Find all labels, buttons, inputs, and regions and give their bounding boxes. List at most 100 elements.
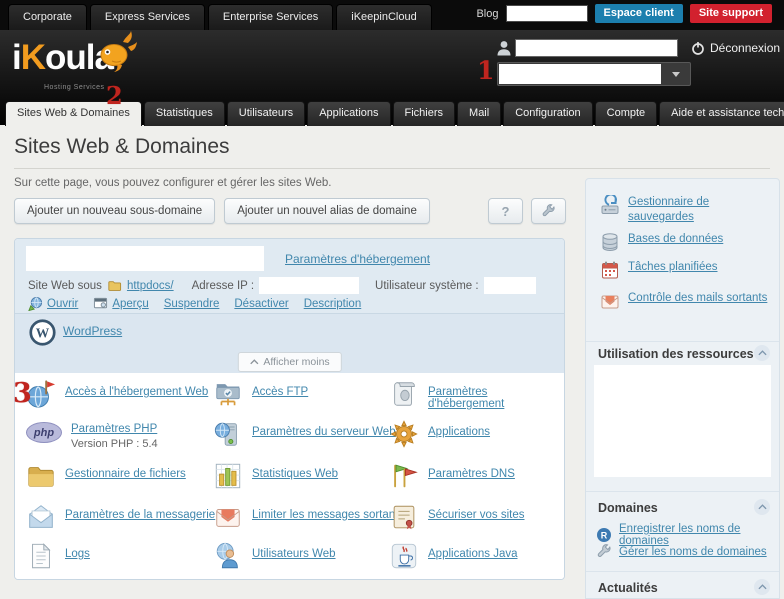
tool-applications[interactable]: Applications bbox=[389, 419, 490, 449]
goldfish-logo-icon bbox=[92, 30, 138, 74]
add-subdomain-button[interactable]: Ajouter un nouveau sous-domaine bbox=[14, 198, 215, 224]
tool-secure-sites[interactable]: Sécuriser vos sites bbox=[389, 502, 525, 532]
help-button[interactable]: ? bbox=[488, 198, 523, 224]
topbar-tab-corporate[interactable]: Corporate bbox=[8, 4, 87, 30]
folder-icon bbox=[107, 279, 122, 293]
manage-domains-link[interactable]: Gérer les noms de domaines bbox=[596, 544, 767, 560]
tool-file-manager[interactable]: Gestionnaire de fichiers bbox=[26, 461, 186, 491]
sidebar-backup-manager[interactable]: Gestionnaire de sauvegardes bbox=[600, 195, 770, 225]
tool-logs[interactable]: Logs bbox=[26, 541, 90, 571]
wordpress-link[interactable]: WordPress bbox=[63, 324, 122, 338]
corporate-topbar: Corporate Express Services Enterprise Se… bbox=[0, 0, 784, 30]
scroll-icon bbox=[389, 379, 419, 409]
tool-ftp-access[interactable]: Accès FTP bbox=[213, 379, 308, 409]
ftp-folder-icon bbox=[213, 379, 243, 409]
collapse-resources-button[interactable] bbox=[754, 345, 770, 361]
php-version-label: Version PHP : 5.4 bbox=[71, 438, 158, 450]
sidebar-databases[interactable]: Bases de données bbox=[600, 232, 770, 252]
site-support-button[interactable]: Site support bbox=[690, 4, 772, 23]
tool-label: Limiter les messages sortants bbox=[252, 509, 404, 521]
description-link[interactable]: Description bbox=[304, 298, 362, 310]
tool-mail-settings[interactable]: Paramètres de la messagerie bbox=[26, 502, 215, 532]
ip-label: Adresse IP : bbox=[192, 280, 254, 292]
news-panel-title: Actualités bbox=[598, 581, 658, 595]
tool-web-server-settings[interactable]: Paramètres du serveur Web bbox=[213, 419, 396, 449]
sidebar-link-label: Gestionnaire de sauvegardes bbox=[628, 195, 770, 225]
httpdocs-link[interactable]: httpdocs/ bbox=[127, 280, 174, 292]
tool-label: Accès à l'hébergement Web bbox=[65, 386, 208, 398]
sidebar-scheduled-tasks[interactable]: Tâches planifiées bbox=[600, 260, 770, 280]
tool-web-users[interactable]: Utilisateurs Web bbox=[213, 541, 336, 571]
page-subtitle: Sur cette page, vous pouvez configurer e… bbox=[14, 177, 332, 189]
tool-dns-settings[interactable]: Paramètres DNS bbox=[389, 461, 515, 491]
svg-text:W: W bbox=[36, 326, 50, 341]
sidebar-link-label: Contrôle des mails sortants bbox=[628, 291, 767, 306]
tab-compte[interactable]: Compte bbox=[595, 101, 658, 126]
mail-limit-icon bbox=[213, 502, 243, 532]
tool-label: Applications Java bbox=[428, 548, 518, 560]
tool-web-hosting-access[interactable]: Accès à l'hébergement Web bbox=[26, 379, 208, 409]
logout-button[interactable]: Déconnexion bbox=[691, 41, 780, 55]
right-sidebar: Gestionnaire de sauvegardes Bases de don… bbox=[585, 178, 780, 599]
add-domain-alias-button[interactable]: Ajouter un nouvel alias de domaine bbox=[224, 198, 430, 224]
topbar-search-input[interactable] bbox=[506, 5, 588, 22]
settings-wrench-button[interactable] bbox=[531, 198, 566, 224]
tool-php-settings[interactable]: php Paramètres PHP Version PHP : 5.4 bbox=[26, 419, 158, 450]
blog-link[interactable]: Blog bbox=[476, 8, 498, 20]
tab-applications[interactable]: Applications bbox=[307, 101, 390, 126]
tab-mail[interactable]: Mail bbox=[457, 101, 501, 126]
collapse-news-button[interactable] bbox=[754, 579, 770, 595]
sidebar-divider bbox=[586, 491, 779, 492]
sidebar-outgoing-mail-control[interactable]: Contrôle des mails sortants bbox=[600, 291, 770, 311]
username-field[interactable] bbox=[515, 39, 678, 57]
domain-info-section: Paramètres d'hébergement Site Web sous h… bbox=[15, 239, 564, 313]
calendar-icon bbox=[600, 260, 620, 280]
subscription-dropdown[interactable] bbox=[497, 62, 691, 86]
tool-label: Accès FTP bbox=[252, 386, 308, 398]
topbar-tab-express-services[interactable]: Express Services bbox=[90, 4, 205, 30]
show-less-label: Afficher moins bbox=[263, 356, 329, 368]
corporate-nav: Corporate Express Services Enterprise Se… bbox=[8, 4, 432, 30]
logo-i: i bbox=[12, 38, 21, 77]
suspend-link[interactable]: Suspendre bbox=[164, 298, 220, 310]
page-title: Sites Web & Domaines bbox=[14, 135, 230, 159]
tab-fichiers[interactable]: Fichiers bbox=[393, 101, 456, 126]
tool-hosting-settings[interactable]: Paramètres d'hébergement bbox=[389, 379, 564, 410]
tool-label: Sécuriser vos sites bbox=[428, 509, 525, 521]
annotation-2: 2 bbox=[106, 81, 123, 110]
power-icon bbox=[691, 41, 705, 55]
tool-limit-outgoing-messages[interactable]: Limiter les messages sortants bbox=[213, 502, 404, 532]
topbar-tab-ikeepincloud[interactable]: iKeepinCloud bbox=[336, 4, 431, 30]
sidebar-link-label: Bases de données bbox=[628, 232, 723, 247]
tool-label: Logs bbox=[65, 548, 90, 560]
collapse-domains-button[interactable] bbox=[754, 499, 770, 515]
chevron-up-icon bbox=[249, 359, 258, 365]
sidebar-link-label: Gérer les noms de domaines bbox=[619, 546, 767, 558]
show-less-button[interactable]: Afficher moins bbox=[237, 352, 341, 372]
bar-chart-icon bbox=[213, 461, 243, 491]
tool-label: Paramètres d'hébergement bbox=[428, 386, 564, 410]
user-icon bbox=[496, 40, 512, 56]
hosting-settings-link[interactable]: Paramètres d'hébergement bbox=[285, 252, 430, 266]
deactivate-link[interactable]: Désactiver bbox=[234, 298, 288, 310]
annotation-1: 1 bbox=[477, 56, 494, 85]
tool-java-applications[interactable]: Applications Java bbox=[389, 541, 518, 571]
title-divider bbox=[14, 168, 770, 169]
domains-panel-title: Domaines bbox=[598, 501, 658, 515]
tool-label: Paramètres de la messagerie bbox=[65, 509, 215, 521]
subscription-value bbox=[499, 64, 661, 84]
certificate-icon bbox=[389, 502, 419, 532]
tool-web-statistics[interactable]: Statistiques Web bbox=[213, 461, 338, 491]
server-globe-icon bbox=[213, 419, 243, 449]
tab-utilisateurs[interactable]: Utilisateurs bbox=[227, 101, 305, 126]
tab-configuration[interactable]: Configuration bbox=[503, 101, 592, 126]
chevron-up-icon bbox=[758, 504, 767, 510]
tab-statistiques[interactable]: Statistiques bbox=[144, 101, 225, 126]
tab-aide-assistance[interactable]: Aide et assistance technique bbox=[659, 101, 784, 126]
espace-client-button[interactable]: Espace client bbox=[595, 4, 683, 23]
preview-link[interactable]: Aperçu bbox=[93, 296, 148, 311]
open-site-link[interactable]: Ouvrir bbox=[28, 296, 78, 311]
preview-icon bbox=[93, 296, 108, 311]
logout-label: Déconnexion bbox=[710, 41, 780, 55]
topbar-tab-enterprise-services[interactable]: Enterprise Services bbox=[208, 4, 333, 30]
